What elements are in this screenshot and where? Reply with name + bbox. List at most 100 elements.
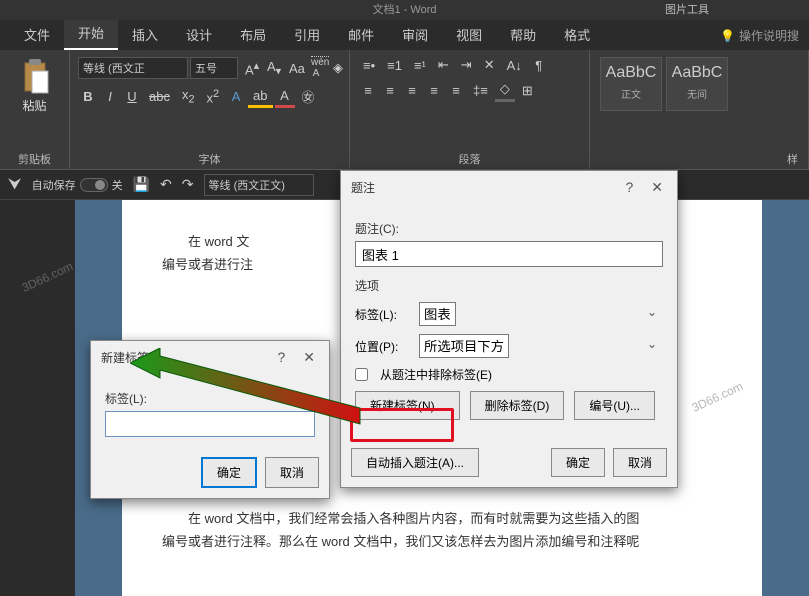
align-right-button[interactable]: ≡ (402, 81, 422, 100)
tab-mailings[interactable]: 邮件 (334, 19, 388, 50)
clipboard-icon (19, 59, 51, 95)
new-label-dialog: 新建标签 ? ✕ 标签(L): 确定 取消 (90, 340, 330, 499)
redo-button[interactable]: ↷ (182, 176, 194, 193)
decrease-font-button[interactable]: A▾ (262, 57, 282, 80)
clipboard-group-label: 剪贴板 (18, 151, 51, 167)
shading-button[interactable]: ◇ (495, 79, 515, 102)
bullets-button[interactable]: ≡• (358, 56, 380, 75)
paragraph-group-label: 段落 (459, 151, 481, 167)
phonetic-guide-button[interactable]: wénA (306, 55, 326, 81)
tab-review[interactable]: 审阅 (388, 19, 442, 50)
auto-caption-button[interactable]: 自动插入题注(A)... (351, 448, 479, 477)
tab-design[interactable]: 设计 (172, 19, 226, 50)
show-marks-button[interactable]: ¶ (529, 56, 549, 75)
sort-button[interactable]: A↓ (502, 56, 527, 75)
caption-dialog: 题注 ? ✕ 题注(C): 选项 标签(L): 图表 位置(P): 所选项目下方… (340, 170, 678, 488)
styles-group: AaBbC 正文 AaBbC 无间 样 (590, 50, 809, 169)
font-group: A▴ A▾ Aa wénA ◈ B I U abc x2 x2 A ab A ㊛… (70, 50, 350, 169)
line-spacing-button[interactable]: ‡≡ (468, 81, 493, 100)
caption-field-label: 题注(C): (355, 220, 663, 237)
exclude-label-text: 从题注中排除标签(E) (380, 366, 492, 383)
asian-layout-button[interactable]: ✕ (479, 55, 500, 75)
strikethrough-button[interactable]: abc (144, 87, 175, 106)
clear-formatting-button[interactable]: ◈ (328, 58, 348, 78)
paste-button[interactable]: 粘贴 (8, 55, 61, 118)
paste-label: 粘贴 (22, 97, 46, 114)
underline-button[interactable]: U (122, 87, 142, 106)
font-size-select[interactable] (190, 57, 238, 79)
position-select-label: 位置(P): (355, 338, 411, 355)
tab-references[interactable]: 引用 (280, 19, 334, 50)
ok-button[interactable]: 确定 (201, 457, 257, 488)
contextual-tab-label: 图片工具 (665, 0, 709, 20)
italic-button[interactable]: I (100, 87, 120, 106)
app-title: 文档1 - Word (373, 4, 437, 16)
position-select[interactable]: 所选项目下方 (419, 334, 509, 358)
qat-font-select[interactable] (204, 174, 314, 196)
justify-button[interactable]: ≡ (424, 81, 444, 100)
body-text: 在 word 文档中，我们经常会插入各种图片内容，而有时就需要为这些插入的图 (162, 507, 722, 530)
font-name-select[interactable] (78, 57, 188, 79)
style-nospace[interactable]: AaBbC 无间 (666, 57, 728, 111)
caption-input[interactable] (355, 241, 663, 267)
tab-insert[interactable]: 插入 (118, 19, 172, 50)
subscript-button[interactable]: x2 (177, 85, 200, 108)
cancel-button[interactable]: 取消 (265, 457, 319, 488)
save-button[interactable]: 💾 (133, 176, 150, 193)
watermark: 3D66.com (20, 259, 75, 295)
enclose-char-button[interactable]: ㊛ (297, 85, 320, 108)
dialog-titlebar[interactable]: 新建标签 ? ✕ (91, 341, 329, 374)
dialog-title: 题注 (351, 179, 375, 196)
label-input[interactable] (105, 411, 315, 437)
dialog-titlebar[interactable]: 题注 ? ✕ (341, 171, 677, 204)
style-normal[interactable]: AaBbC 正文 (600, 57, 662, 111)
exclude-label-checkbox[interactable] (355, 368, 368, 381)
highlight-button[interactable]: ab (248, 86, 272, 108)
text-effects-button[interactable]: A (226, 87, 246, 106)
increase-indent-button[interactable]: ⇥ (456, 55, 477, 75)
ribbon-tabs: 文件 开始 插入 设计 布局 引用 邮件 审阅 视图 帮助 格式 💡 操作说明搜 (0, 20, 809, 50)
qat-expand-icon[interactable]: ⮟ (8, 176, 22, 194)
increase-font-button[interactable]: A▴ (240, 57, 260, 79)
help-button[interactable]: ? (621, 179, 637, 196)
distributed-button[interactable]: ≡ (446, 81, 466, 100)
superscript-button[interactable]: x2 (202, 86, 225, 107)
tab-home[interactable]: 开始 (64, 17, 118, 50)
tab-file[interactable]: 文件 (10, 19, 64, 50)
tell-me-search[interactable]: 💡 操作说明搜 (710, 21, 809, 50)
ok-button[interactable]: 确定 (551, 448, 605, 477)
font-group-label: 字体 (199, 151, 221, 167)
options-label: 选项 (355, 277, 663, 294)
numbering-button[interactable]: 编号(U)... (574, 391, 655, 420)
numbering-button[interactable]: ≡1 (382, 56, 407, 75)
paragraph-group: ≡• ≡1 ≡¹ ⇤ ⇥ ✕ A↓ ¶ ≡ ≡ ≡ ≡ ≡ ‡≡ ◇ ⊞ 段落 (350, 50, 590, 169)
styles-group-label: 样 (787, 151, 798, 167)
close-button[interactable]: ✕ (647, 179, 667, 196)
multilevel-list-button[interactable]: ≡¹ (409, 56, 431, 75)
autosave-toggle[interactable]: 自动保存 关 (32, 177, 123, 193)
label-select[interactable]: 图表 (419, 302, 456, 326)
font-color-button[interactable]: A (275, 86, 295, 108)
align-left-button[interactable]: ≡ (358, 81, 378, 100)
cancel-button[interactable]: 取消 (613, 448, 667, 477)
clipboard-group: 粘贴 剪贴板 (0, 50, 70, 169)
tab-format[interactable]: 格式 (550, 19, 604, 50)
dialog-title: 新建标签 (101, 349, 149, 366)
ribbon: 粘贴 剪贴板 A▴ A▾ Aa wénA ◈ B I U abc x2 x2 A… (0, 50, 809, 170)
change-case-button[interactable]: Aa (284, 59, 304, 78)
new-label-button[interactable]: 新建标签(N)... (355, 391, 460, 420)
help-button[interactable]: ? (273, 349, 289, 366)
close-button[interactable]: ✕ (299, 349, 319, 366)
tab-view[interactable]: 视图 (442, 19, 496, 50)
body-text: 编号或者进行注释。那么在 word 文档中，我们又该怎样去为图片添加编号和注释呢 (162, 530, 722, 553)
borders-button[interactable]: ⊞ (517, 81, 538, 101)
tab-layout[interactable]: 布局 (226, 19, 280, 50)
decrease-indent-button[interactable]: ⇤ (433, 55, 454, 75)
delete-label-button[interactable]: 删除标签(D) (470, 391, 565, 420)
align-center-button[interactable]: ≡ (380, 81, 400, 100)
undo-button[interactable]: ↶ (160, 176, 172, 193)
label-input-label: 标签(L): (105, 390, 315, 407)
label-select-label: 标签(L): (355, 306, 411, 323)
bold-button[interactable]: B (78, 87, 98, 106)
tab-help[interactable]: 帮助 (496, 19, 550, 50)
